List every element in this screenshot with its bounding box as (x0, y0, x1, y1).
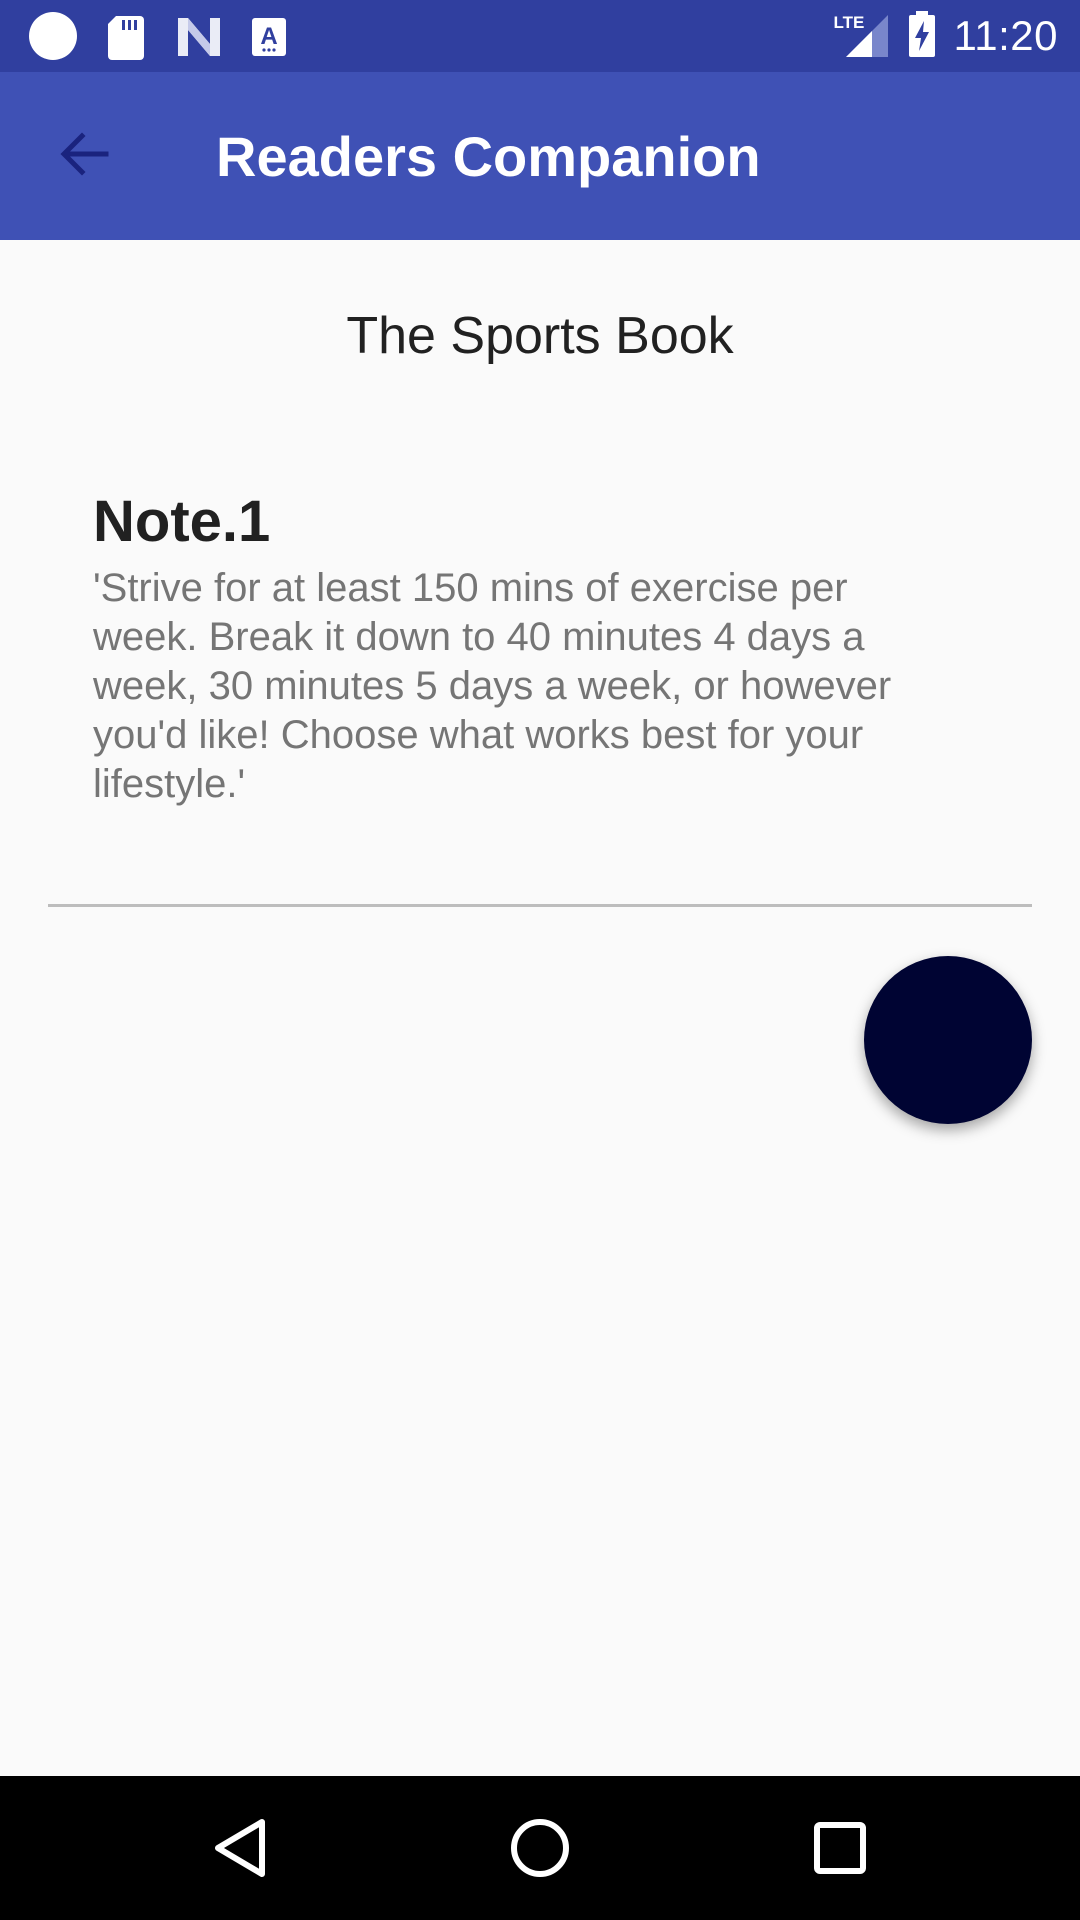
battery-charging-icon (908, 9, 936, 64)
nav-recents-button[interactable] (790, 1800, 890, 1900)
a-text-icon: A (250, 12, 300, 62)
screen: A LTE 11:20 Readers Companion The Sports… (0, 0, 1080, 1920)
nav-home-button[interactable] (490, 1800, 590, 1900)
recents-square-icon (810, 1818, 870, 1883)
note-title: Note.1 (93, 489, 271, 554)
status-bar: A LTE 11:20 (0, 0, 1080, 72)
network-label: LTE (833, 13, 865, 32)
status-right: LTE 11:20 (834, 0, 1059, 72)
home-circle-icon (508, 1816, 572, 1885)
n-logo-icon (174, 12, 224, 62)
nav-back-button[interactable] (190, 1800, 290, 1900)
back-triangle-icon (210, 1816, 270, 1885)
back-button[interactable] (40, 112, 128, 200)
lte-signal-icon: LTE (834, 11, 890, 61)
divider (48, 904, 1032, 907)
sd-card-icon (106, 12, 156, 62)
book-title: The Sports Book (346, 307, 734, 365)
svg-text:A: A (260, 23, 277, 50)
navigation-bar (0, 1776, 1080, 1920)
arrow-back-icon (56, 126, 112, 187)
floating-action-button[interactable] (864, 956, 1032, 1124)
app-title: Readers Companion (216, 125, 761, 188)
circle-icon (28, 12, 78, 62)
app-bar: Readers Companion (0, 72, 1080, 240)
status-time: 11:20 (953, 12, 1058, 59)
note-body: 'Strive for at least 150 mins of exercis… (93, 566, 892, 806)
